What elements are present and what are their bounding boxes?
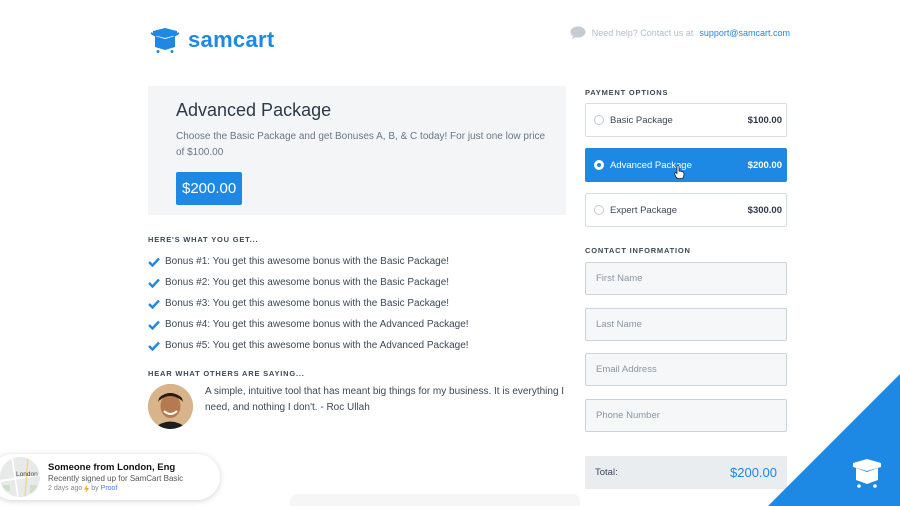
notification-by: by	[91, 485, 99, 492]
map-label: London	[16, 471, 38, 478]
bonus-item: Bonus #4: You get this awesome bonus wit…	[148, 314, 469, 335]
bonus-text: Bonus #5: You get this awesome bonus wit…	[165, 340, 469, 351]
payment-options: Basic Package $100.00 Advanced Package $…	[585, 103, 787, 238]
option-price: $100.00	[747, 114, 782, 126]
order-total: Total: $200.00	[585, 456, 787, 489]
testimonial: A simple, intuitive tool that has meant …	[148, 384, 569, 429]
email-field[interactable]	[585, 353, 787, 386]
testimonial-quote: A simple, intuitive tool that has meant …	[205, 386, 565, 413]
cart-box-icon	[150, 28, 180, 53]
person-avatar-icon	[148, 384, 193, 429]
package-summary: Advanced Package Choose the Basic Packag…	[148, 86, 566, 215]
payment-option-basic[interactable]: Basic Package $100.00	[585, 103, 787, 137]
contact-form	[585, 262, 787, 444]
option-price: $300.00	[747, 204, 782, 216]
payment-option-advanced[interactable]: Advanced Package $200.00	[585, 148, 787, 182]
checkmark-icon	[148, 341, 160, 351]
checkmark-icon	[148, 257, 160, 267]
lightning-bolt-icon	[84, 484, 90, 493]
phone-field[interactable]	[585, 398, 787, 432]
hand-cursor-icon	[674, 165, 685, 179]
bonus-text: Bonus #1: You get this awesome bonus wit…	[165, 256, 450, 267]
first-name-field[interactable]	[585, 262, 787, 295]
radio-button[interactable]	[594, 205, 604, 215]
radio-button-selected[interactable]	[594, 160, 604, 170]
bonus-text: Bonus #3: You get this awesome bonus wit…	[165, 298, 450, 309]
contact-info-label: CONTACT INFORMATION	[585, 246, 691, 255]
bonus-section-label: HERE'S WHAT YOU GET...	[148, 235, 259, 244]
payment-options-label: PAYMENT OPTIONS	[585, 88, 669, 97]
bonus-item: Bonus #1: You get this awesome bonus wit…	[148, 251, 469, 272]
total-label: Total:	[595, 467, 618, 478]
notification-time: 2 days ago	[48, 485, 83, 492]
bonus-item: Bonus #5: You get this awesome bonus wit…	[148, 335, 469, 356]
proof-brand-link[interactable]: Proof	[101, 485, 118, 492]
option-name: Expert Package	[610, 204, 678, 216]
avatar	[148, 384, 193, 429]
bonus-item: Bonus #3: You get this awesome bonus wit…	[148, 293, 469, 314]
logo-text: samcart	[188, 27, 275, 52]
help-contact: Need help? Contact us at support@samcart…	[570, 26, 790, 39]
payment-option-expert[interactable]: Expert Package $300.00	[585, 193, 787, 227]
social-proof-notification[interactable]: London Someone from London, Eng Recently…	[0, 454, 220, 500]
option-name: Basic Package	[610, 114, 673, 126]
cart-box-icon[interactable]	[850, 458, 884, 488]
help-text: Need help? Contact us at	[591, 27, 694, 38]
samcart-logo[interactable]: samcart	[150, 27, 275, 53]
bonus-text: Bonus #4: You get this awesome bonus wit…	[165, 319, 469, 330]
checkmark-icon	[148, 278, 160, 288]
package-price-badge: $200.00	[176, 172, 243, 205]
bonus-item: Bonus #2: You get this awesome bonus wit…	[148, 272, 469, 293]
option-price: $200.00	[747, 159, 782, 171]
bonus-list: Bonus #1: You get this awesome bonus wit…	[148, 251, 469, 356]
notification-meta: 2 days ago by Proof	[48, 484, 183, 493]
map-thumbnail: London	[0, 457, 40, 497]
checkmark-icon	[148, 320, 160, 330]
chat-bubble-icon	[570, 26, 586, 39]
notification-title: Someone from London, Eng	[48, 461, 176, 473]
help-email-link[interactable]: support@samcart.com	[699, 28, 790, 38]
radio-button[interactable]	[594, 115, 604, 125]
testimonial-section-label: HEAR WHAT OTHERS ARE SAYING...	[148, 369, 305, 378]
notification-text: Someone from London, Eng Recently signed…	[48, 462, 183, 493]
last-name-field[interactable]	[585, 307, 787, 341]
checkmark-icon	[148, 299, 160, 309]
bottom-shadow-decoration	[290, 494, 580, 506]
package-title: Advanced Package	[176, 100, 332, 120]
bonus-text: Bonus #2: You get this awesome bonus wit…	[165, 277, 450, 288]
package-description: Choose the Basic Package and get Bonuses…	[176, 131, 546, 158]
notification-subtitle: Recently signed up for SamCart Basic	[48, 473, 184, 483]
